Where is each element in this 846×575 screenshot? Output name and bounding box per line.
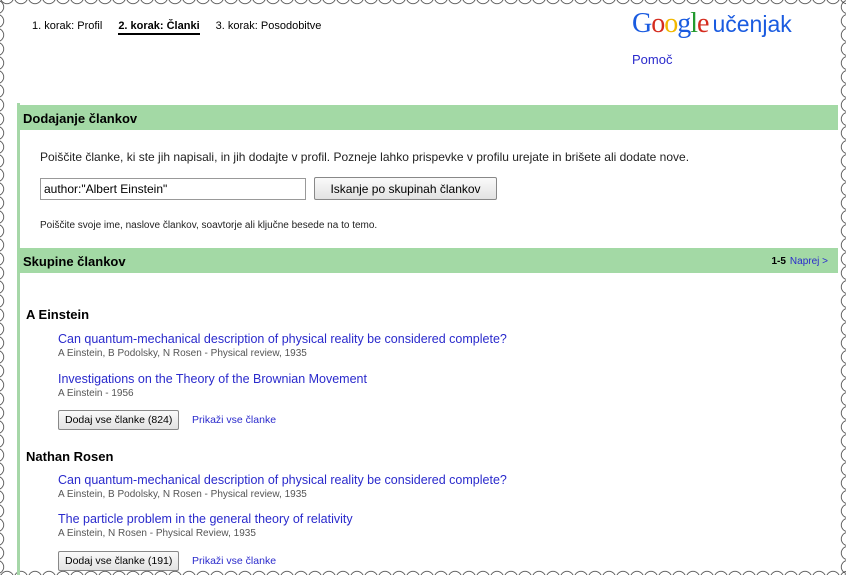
section-title: Dodajanje člankov xyxy=(23,111,138,126)
search-input[interactable] xyxy=(40,178,306,200)
group-author-name: A Einstein xyxy=(26,307,90,322)
search-hint: Poiščite svoje ime, naslove člankov, soa… xyxy=(40,220,378,231)
google-scholar-logo: Google učenjak xyxy=(632,8,792,40)
logo-letter: g xyxy=(677,8,691,39)
help-link[interactable]: Pomoč xyxy=(632,52,672,67)
search-groups-button[interactable]: Iskanje po skupinah člankov xyxy=(314,177,497,200)
logo-letter: l xyxy=(690,8,698,39)
logo-letter: e xyxy=(697,8,709,39)
logo-letter: G xyxy=(632,8,652,39)
section-title: Skupine člankov xyxy=(23,254,126,269)
add-articles-header: Dodajanje člankov xyxy=(17,105,838,130)
logo-subtitle: učenjak xyxy=(712,11,792,37)
article-meta: A Einstein, B Podolsky, N Rosen - Physic… xyxy=(58,489,307,500)
article-meta: A Einstein, B Podolsky, N Rosen - Physic… xyxy=(58,348,307,359)
article-title-link[interactable]: Can quantum-mechanical description of ph… xyxy=(58,473,507,487)
torn-edge-left xyxy=(0,0,8,575)
article-groups-header: Skupine člankov 1-5 Naprej > xyxy=(17,248,838,273)
next-page-link[interactable]: Naprej > xyxy=(790,256,828,267)
article-meta: A Einstein - 1956 xyxy=(58,388,134,399)
add-all-articles-button[interactable]: Dodaj vse članke (824) xyxy=(58,410,180,430)
article-title-link[interactable]: Can quantum-mechanical description of ph… xyxy=(58,332,507,346)
article-title-link[interactable]: Investigations on the Theory of the Brow… xyxy=(58,372,367,386)
article-title-link[interactable]: The particle problem in the general theo… xyxy=(58,512,353,526)
step-articles[interactable]: 2. korak: Članki xyxy=(118,20,200,35)
add-all-articles-button[interactable]: Dodaj vse članke (191) xyxy=(58,551,180,571)
torn-edge-top xyxy=(0,0,846,8)
logo-letter: o xyxy=(664,8,678,39)
group-author-name: Nathan Rosen xyxy=(26,449,114,464)
show-all-articles-link[interactable]: Prikaži vse članke xyxy=(192,555,276,567)
step-profile[interactable]: 1. korak: Profil xyxy=(32,20,102,35)
logo-letter: o xyxy=(651,8,665,39)
step-updates[interactable]: 3. korak: Posodobitve xyxy=(216,20,322,35)
pagination: 1-5 Naprej > xyxy=(771,256,828,267)
page-range: 1-5 xyxy=(771,256,786,267)
show-all-articles-link[interactable]: Prikaži vse članke xyxy=(192,414,276,426)
article-meta: A Einstein, N Rosen - Physical Review, 1… xyxy=(58,528,256,539)
step-nav: 1. korak: Profil 2. korak: Članki 3. kor… xyxy=(32,20,321,35)
intro-text: Poiščite članke, ki ste jih napisali, in… xyxy=(40,150,690,164)
